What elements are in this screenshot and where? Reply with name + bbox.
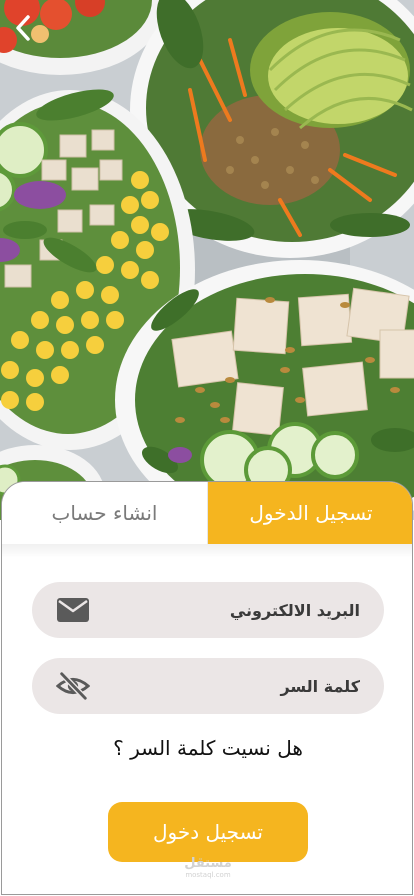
forgot-password-link[interactable]: هل نسيت كلمة السر ؟ xyxy=(2,736,412,760)
eye-slash-icon[interactable] xyxy=(56,669,90,703)
auth-panel: انشاء حساب تسجيل الدخول هل نسيت كلمة الس… xyxy=(1,481,413,895)
auth-tabs: انشاء حساب تسجيل الدخول xyxy=(2,482,412,544)
tab-login-label: تسجيل الدخول xyxy=(249,501,373,525)
tab-register[interactable]: انشاء حساب xyxy=(2,482,208,544)
chevron-left-icon xyxy=(16,15,30,41)
login-submit-button[interactable]: تسجيل دخول xyxy=(108,802,308,862)
tab-register-label: انشاء حساب xyxy=(51,501,158,525)
tab-login[interactable]: تسجيل الدخول xyxy=(208,482,412,544)
watermark-logo: مستقل mostaql.com xyxy=(178,857,238,879)
password-input[interactable] xyxy=(106,666,360,706)
back-button[interactable] xyxy=(14,14,46,50)
tabs-divider-shadow xyxy=(2,544,412,558)
hero-food-image xyxy=(0,0,414,520)
password-field xyxy=(32,658,384,714)
email-input[interactable] xyxy=(106,590,360,630)
watermark-arabic: مستقل xyxy=(184,856,232,871)
watermark-latin: mostaql.com xyxy=(185,871,231,879)
email-field xyxy=(32,582,384,638)
envelope-icon xyxy=(56,593,90,627)
